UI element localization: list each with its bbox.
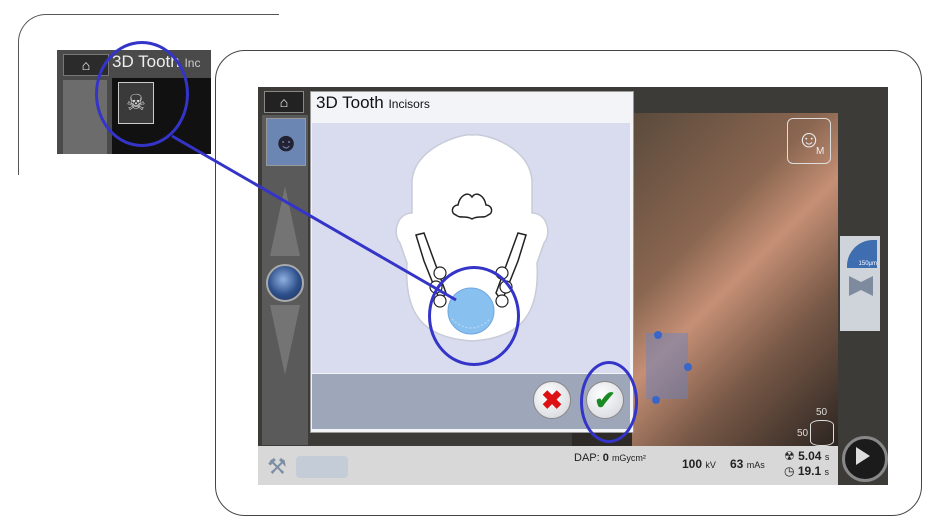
callout-circle-program bbox=[95, 41, 189, 147]
callout-circle-incisors bbox=[428, 266, 520, 366]
callout-circle-confirm bbox=[580, 361, 638, 443]
callout-connector bbox=[171, 134, 457, 302]
